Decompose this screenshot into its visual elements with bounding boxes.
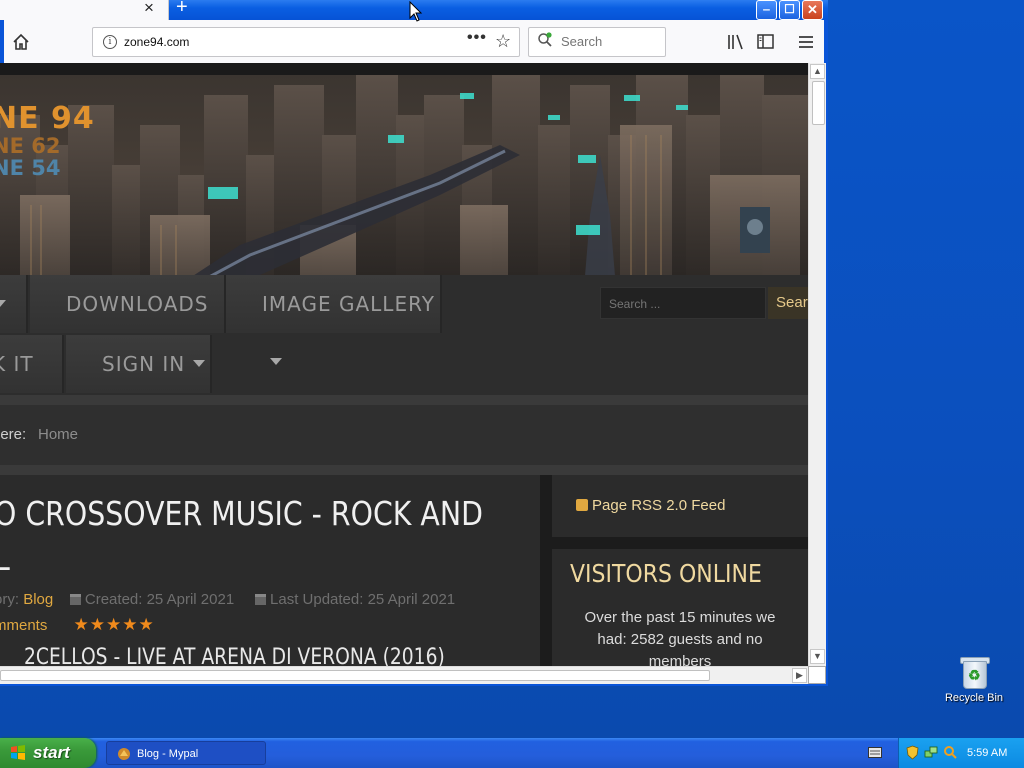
divider [0,395,808,405]
keyboard-icon[interactable] [868,747,882,758]
nav-label: SIGN IN [102,352,186,376]
recycle-bin[interactable]: ♻ Recycle Bin [940,656,1008,704]
browser-window: × + ‒ ☐ ✕ i zone94.com ••• ☆ Search NE 9… [0,0,828,686]
url-bar[interactable]: i zone94.com ••• ☆ [92,27,520,57]
minimize-button[interactable]: ‒ [756,0,777,20]
library-icon[interactable] [726,32,746,52]
article-subtitle: 2CELLOS - LIVE AT ARENA DI VERONA (2016) [24,645,445,666]
comments-link[interactable]: mments [0,617,47,634]
sidebar-icon[interactable] [756,32,776,52]
nav-label: DOWNLOADS [66,292,209,316]
created-date: Created: 25 April 2021 [84,591,235,608]
recycle-bin-label: Recycle Bin [944,692,1004,704]
rss-icon [576,499,588,511]
vertical-scroll-thumb[interactable] [812,81,825,125]
start-button[interactable]: start [0,738,96,768]
divider [0,465,808,475]
site-logo[interactable]: NE 94 NE 62 NE 54 [0,101,95,180]
page-viewport: NE 94 NE 62 NE 54 DOWNLOADS IMAGE GALLER… [0,63,808,666]
maximize-button[interactable]: ☐ [779,0,800,20]
scroll-right-button[interactable]: ▶ [792,668,807,683]
category-link[interactable]: Blog [23,591,53,608]
tab-active[interactable]: × [0,0,169,20]
calendar-icon [255,594,267,605]
browser-app-icon [118,748,130,760]
clock[interactable]: 5:59 AM [967,738,1007,768]
page-top-strip [0,63,808,75]
logo-line-3: NE 54 [0,156,61,180]
tab-close-icon[interactable]: × [144,0,154,17]
horizontal-scrollbar[interactable]: ▶ [0,666,808,684]
visitors-module: VISITORS ONLINE Over the past 15 minutes… [552,549,808,666]
article-title-line-1: O CROSSOVER MUSIC - ROCK AND [0,494,483,533]
system-tray: 5:59 AM [898,738,1024,768]
windows-flag-icon [11,745,25,760]
site-search-input[interactable] [607,296,761,312]
nav-item-sign-in[interactable]: SIGN IN [66,335,212,393]
nav-label: IMAGE GALLERY [262,292,435,316]
start-label: start [33,743,70,762]
horizontal-scroll-thumb[interactable] [0,670,710,681]
caret-down-icon [193,360,206,367]
recycle-bin-icon: ♻ [960,656,990,689]
article-meta-2: mments ★★★★★ [0,615,155,635]
nav-item-downloads[interactable]: DOWNLOADS [30,275,226,365]
new-tab-button[interactable]: + [176,0,188,17]
rss-module: Page RSS 2.0 Feed [552,475,808,537]
breadcrumb: here: Home [0,405,808,465]
search-tray-icon[interactable] [943,745,958,760]
scrollbar-corner [808,666,826,684]
mouse-cursor-icon [409,1,423,22]
browser-search-box[interactable] [528,27,666,57]
site-nav-menu: DOWNLOADS IMAGE GALLERY K IT SIGN IN Sea… [0,275,808,395]
article-title-line-2: L [0,539,10,578]
info-icon[interactable]: i [103,35,117,49]
visitors-heading: VISITORS ONLINE [570,559,762,588]
article-meta: ory: Blog Created: 25 April 2021 Last Up… [0,591,455,608]
network-icon[interactable] [924,745,939,760]
rating-stars[interactable]: ★★★★★ [74,615,155,634]
breadcrumb-home-link[interactable]: Home [38,426,78,443]
page-actions-icon[interactable]: ••• [467,29,487,47]
scroll-down-button[interactable]: ▼ [810,649,825,664]
nav-item-image-gallery[interactable]: IMAGE GALLERY [226,275,442,365]
site-search-box[interactable] [600,287,766,319]
logo-line-1: NE 94 [0,101,95,136]
scroll-up-button[interactable]: ▲ [810,64,825,79]
browser-search-input[interactable] [559,33,661,50]
navigation-toolbar: i zone94.com ••• ☆ [4,20,824,64]
nav-item-kit[interactable]: K IT [0,335,64,393]
taskbar-item-label: Blog - Mypal [137,748,199,760]
menu-icon[interactable] [796,32,816,52]
nav-item-partial[interactable] [0,275,28,333]
taskbar: start Blog - Mypal 5:59 AM [0,738,1024,768]
site-search-button[interactable]: Sear [768,287,808,319]
bookmark-star-icon[interactable]: ☆ [495,31,511,52]
calendar-icon [69,594,81,605]
nav-label: K IT [0,352,34,376]
breadcrumb-label: here: [0,426,27,443]
caret-down-icon [0,300,6,307]
rss-link[interactable]: Page RSS 2.0 Feed [592,497,725,514]
vertical-scrollbar[interactable]: ▲ ▼ [808,63,826,666]
logo-line-2: NE 62 [0,134,61,158]
category-label: ory: [0,591,20,608]
caret-down-icon [270,358,282,365]
article: O CROSSOVER MUSIC - ROCK AND L ory: Blog … [0,475,540,666]
article-title[interactable]: O CROSSOVER MUSIC - ROCK AND L [0,491,483,581]
search-icon [538,32,552,47]
security-shield-icon[interactable] [905,745,920,760]
visitors-text: Over the past 15 minutes we had: 2582 gu… [584,609,776,666]
home-icon[interactable] [10,31,32,53]
taskbar-item-browser[interactable]: Blog - Mypal [106,741,266,765]
updated-date: Last Updated: 25 April 2021 [270,591,456,608]
close-button[interactable]: ✕ [802,0,823,20]
url-text[interactable]: zone94.com [124,35,189,49]
